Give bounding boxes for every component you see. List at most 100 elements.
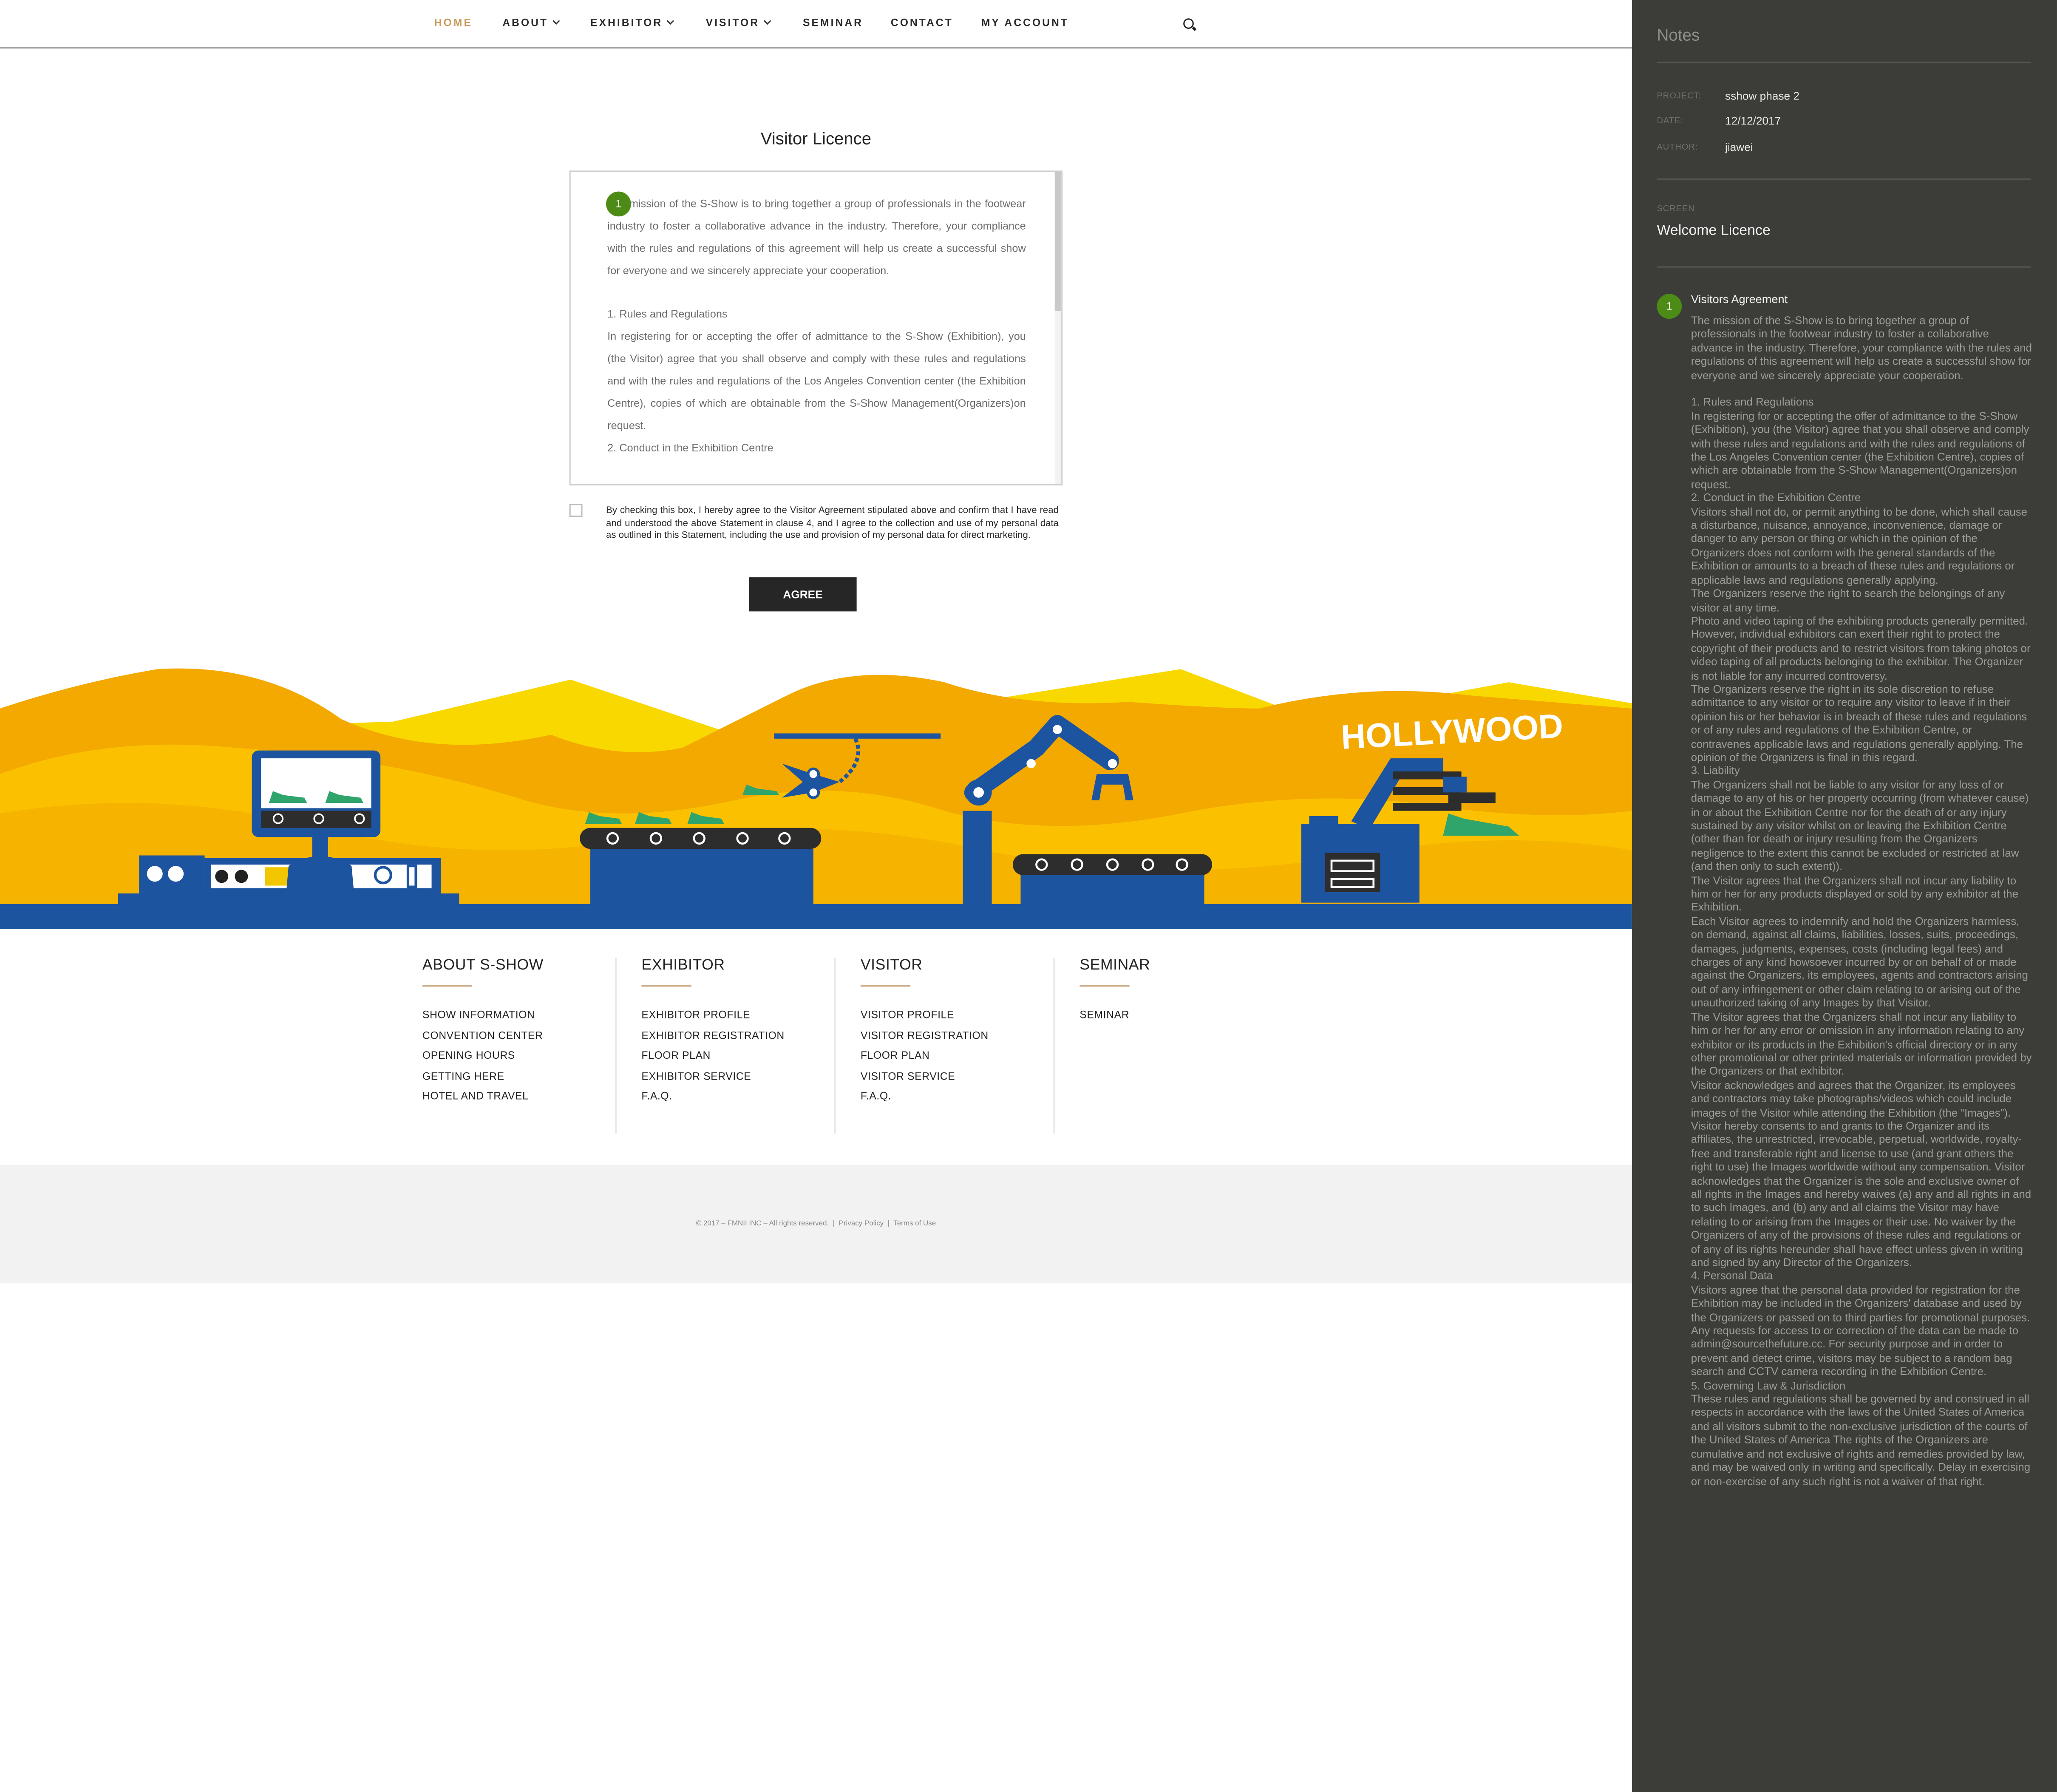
licence-intro: The mission of the S-Show is to bring to… [607,198,1026,277]
note-paragraph: The Organizers reserve the right in its … [1691,682,2027,764]
footer-link[interactable]: OPENING HOURS [422,1046,606,1066]
footer-link[interactable]: F.A.Q. [861,1086,1044,1107]
separator: | [833,1220,835,1228]
heading-underline [1080,985,1130,987]
annotation-pin: 1 [1657,294,1682,319]
note-paragraph: The Visitor agrees that the Organizers s… [1691,1009,2032,1078]
note-heading: Visitors Agreement [1691,292,1788,306]
notes-divider [1657,178,2031,180]
conveyor-belt [580,828,822,849]
nav-exhibitor[interactable]: EXHIBITOR [590,17,674,29]
factory-illustration: HOLLYWOOD [0,668,1632,929]
project-label: PROJECT: [1657,92,1701,101]
separator: | [887,1220,890,1228]
notes-title: Notes [1657,26,1700,45]
agree-checkbox[interactable] [569,504,583,517]
agree-button[interactable]: AGREE [749,577,857,612]
robot-base [963,811,992,905]
footer-link[interactable]: VISITOR SERVICE [861,1066,1044,1086]
note-paragraph: Visitor acknowledges and agrees that the… [1691,1078,2032,1269]
heading-underline [860,985,911,987]
footer-col-seminar: SEMINAR SEMINAR [1080,958,1263,1025]
note-paragraph: 5. Governing Law & Jurisdiction [1691,1378,1846,1392]
nav-home[interactable]: HOME [434,17,473,29]
footer-link[interactable]: VISITOR REGISTRATION [861,1025,1044,1046]
note-paragraph: 2. Conduct in the Exhibition Centre [1691,491,1861,505]
footer-link[interactable]: EXHIBITOR PROFILE [641,1005,825,1025]
footer-heading: SEMINAR [1080,958,1150,974]
note-paragraph: These rules and regulations shall be gov… [1691,1392,2031,1487]
scrollbar-thumb[interactable] [1054,172,1062,311]
conveyor-belt [1012,854,1213,875]
footer-link[interactable]: SEMINAR [1080,1005,1263,1025]
chevron-down-icon [666,17,674,25]
footer-heading: VISITOR [860,958,923,974]
project-value: sshow phase 2 [1725,89,1800,102]
footer-link[interactable]: CONVENTION CENTER [422,1025,606,1046]
privacy-policy-link[interactable]: Privacy Policy [839,1220,884,1228]
nav-contact[interactable]: CONTACT [891,17,953,29]
date-label: DATE: [1657,116,1683,126]
footer-link[interactable]: HOTEL AND TRAVEL [422,1086,606,1107]
top-nav: HOME ABOUT EXHIBITOR VISITOR SEMINAR CON… [0,0,1632,49]
notes-divider [1657,266,2031,268]
footer: ABOUT S-SHOW SHOW INFORMATION CONVENTION… [0,929,1632,1165]
licence-scroll-box[interactable]: The mission of the S-Show is to bring to… [569,170,1063,486]
terms-of-use-link[interactable]: Terms of Use [893,1220,936,1228]
ground-band [0,904,1632,929]
author-value: jiawei [1725,140,1753,154]
copyright: © 2017 – FMNII INC – All rights reserved… [0,1220,1632,1228]
screen-name: Welcome Licence [1657,223,1771,239]
footer-link[interactable]: FLOOR PLAN [641,1046,825,1066]
date-value: 12/12/2017 [1725,114,1781,128]
agree-statement: By checking this box, I hereby agree to … [606,504,1059,541]
nav-about-label: ABOUT [502,17,549,29]
nav-exhibitor-label: EXHIBITOR [590,17,663,29]
footer-divider [1053,958,1055,1134]
nav-about[interactable]: ABOUT [502,17,560,29]
footer-link[interactable]: GETTING HERE [422,1066,606,1086]
note-paragraph: 3. Liability [1691,764,1740,777]
footer-link[interactable]: FLOOR PLAN [861,1046,1044,1066]
footer-link[interactable]: EXHIBITOR SERVICE [641,1066,825,1086]
note-paragraph: The Organizers shall not be liable to an… [1691,777,2029,873]
copyright-band: © 2017 – FMNII INC – All rights reserved… [0,1165,1632,1283]
note-paragraph: 1. Rules and Regulations [1691,395,1814,409]
note-paragraph: The Visitor agrees that the Organizers s… [1691,873,2018,914]
note-paragraph: Visitors agree that the personal data pr… [1691,1283,2030,1378]
nav-visitor[interactable]: VISITOR [706,17,771,29]
search-icon[interactable] [1183,18,1194,29]
note-paragraph: The mission of the S-Show is to bring to… [1691,313,2032,382]
footer-heading: ABOUT S-SHOW [422,958,544,974]
note-paragraph: The Organizers reserve the right to sear… [1691,587,2005,614]
licence-text: The mission of the S-Show is to bring to… [607,193,1026,459]
heading-underline [641,985,691,987]
licence-section-2-heading: 2. Conduct in the Exhibition Centre [607,442,774,454]
note-paragraph: Visitors shall not do, or permit anythin… [1691,505,2028,586]
ground-base [118,893,459,904]
footer-link[interactable]: EXHIBITOR REGISTRATION [641,1025,825,1046]
note-paragraph: In registering for or accepting the offe… [1691,409,2029,491]
notes-divider [1657,62,2031,63]
copyright-text: © 2017 – FMNII INC – All rights reserved… [696,1220,829,1228]
footer-link[interactable]: F.A.Q. [641,1086,825,1107]
nav-visitor-label: VISITOR [706,17,760,29]
nav-my-account[interactable]: MY ACCOUNT [981,17,1069,29]
page-title: Visitor Licence [760,128,872,148]
footer-col-about: ABOUT S-SHOW SHOW INFORMATION CONVENTION… [422,958,606,1106]
footer-divider [834,958,836,1134]
nav-seminar[interactable]: SEMINAR [803,17,863,29]
author-label: AUTHOR: [1657,143,1698,153]
footer-link[interactable]: VISITOR PROFILE [861,1005,1044,1025]
scrollbar-track[interactable] [1054,172,1062,484]
footer-link[interactable]: SHOW INFORMATION [422,1005,606,1025]
chevron-down-icon [552,17,560,25]
note-paragraph: Photo and video taping of the exhibiting… [1691,614,2031,682]
licence-section-1-heading: 1. Rules and Regulations [607,308,728,320]
notes-panel: Notes PROJECT: sshow phase 2 DATE: 12/12… [1632,0,2057,1792]
chevron-down-icon [763,17,771,25]
licence-section-1-body: In registering for or accepting the offe… [607,330,1026,432]
screen-label: SCREEN [1657,204,1695,214]
main-page: HOME ABOUT EXHIBITOR VISITOR SEMINAR CON… [0,0,1632,1792]
note-paragraph: Each Visitor agrees to indemnify and hol… [1691,914,2028,1009]
